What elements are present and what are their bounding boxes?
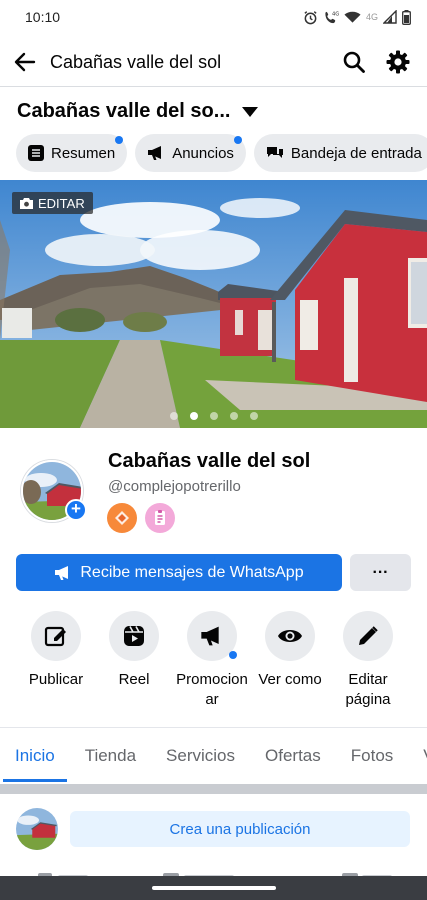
cover-image xyxy=(0,180,427,428)
composer: Crea una publicación xyxy=(16,808,410,850)
page-switcher[interactable]: Cabañas valle del so... xyxy=(17,100,259,123)
page-name: Cabañas valle del sol xyxy=(108,450,311,472)
notification-dot xyxy=(115,136,124,144)
action-reel[interactable]: Reel xyxy=(95,611,173,710)
notification-dot xyxy=(229,651,237,659)
carousel-dot xyxy=(209,412,218,420)
carousel-dot xyxy=(169,412,178,420)
more-dots-icon: ··· xyxy=(372,563,389,581)
action-circle xyxy=(109,611,159,661)
action-ver-como[interactable]: Ver como xyxy=(251,611,329,710)
action-label: Ver como xyxy=(258,671,322,688)
pencil-icon xyxy=(359,626,378,645)
search-button[interactable] xyxy=(332,40,376,84)
tab-inicio[interactable]: Inicio xyxy=(0,729,70,783)
caret-down-icon xyxy=(242,106,259,117)
page-switcher-name: Cabañas valle del so... xyxy=(17,100,231,122)
chip-bandeja-de-entrada[interactable]: Bandeja de entrada xyxy=(253,134,427,172)
action-editar-pagina[interactable]: Editar página xyxy=(329,611,407,710)
chip-label: Anuncios xyxy=(172,144,234,162)
chip-label: Bandeja de entrada xyxy=(290,144,422,162)
app-bar: Cabañas valle del sol xyxy=(0,40,427,84)
tab-tienda[interactable]: Tienda xyxy=(70,729,151,783)
tab-fotos[interactable]: Fotos xyxy=(336,729,409,783)
camera-icon xyxy=(20,197,33,209)
whatsapp-cta-button[interactable]: Recibe mensajes de WhatsApp xyxy=(16,554,342,591)
wifi-icon xyxy=(344,11,361,23)
divider xyxy=(0,86,427,87)
chip-row: Resumen Anuncios Bandeja de entrada xyxy=(16,134,427,172)
action-label: Promocion ar xyxy=(176,671,248,708)
action-circle xyxy=(343,611,393,661)
list-icon xyxy=(28,145,44,161)
tab-servicios[interactable]: Servicios xyxy=(151,729,250,783)
action-circle xyxy=(31,611,81,661)
add-profile-photo-button[interactable]: + xyxy=(65,499,87,521)
action-publicar[interactable]: Publicar xyxy=(17,611,95,710)
alarm-icon xyxy=(304,10,317,24)
divider xyxy=(0,727,427,728)
action-circle xyxy=(265,611,315,661)
pink-badge-icon[interactable] xyxy=(145,503,175,533)
action-promocionar[interactable]: Promocion ar xyxy=(173,611,251,710)
action-label: Publicar xyxy=(28,671,84,688)
carousel-dot-active xyxy=(189,412,198,420)
notification-dot xyxy=(233,136,242,144)
tab-more[interactable]: V xyxy=(408,729,427,783)
carousel-indicator xyxy=(0,412,427,420)
reel-icon xyxy=(124,626,144,646)
megaphone-icon xyxy=(148,146,162,160)
megaphone-icon xyxy=(55,565,69,580)
back-arrow-icon xyxy=(14,52,36,72)
orange-badge-icon[interactable] xyxy=(107,503,137,533)
edit-cover-label: EDITAR xyxy=(38,195,85,211)
action-label: Editar página xyxy=(345,671,391,708)
wifi-calling-icon: 4G xyxy=(325,11,339,23)
tab-ofertas[interactable]: Ofertas xyxy=(250,729,336,783)
eye-icon xyxy=(278,630,302,642)
chip-anuncios[interactable]: Anuncios xyxy=(135,134,246,172)
cta-label: Recibe mensajes de WhatsApp xyxy=(80,563,304,581)
action-label: Reel xyxy=(118,671,150,688)
battery-icon xyxy=(402,9,411,25)
megaphone-icon xyxy=(201,626,219,646)
cta-row: Recibe mensajes de WhatsApp ··· xyxy=(16,554,411,591)
chip-label: Resumen xyxy=(51,144,116,162)
tab-bar: Inicio Tienda Servicios Ofertas Fotos V xyxy=(0,729,427,783)
search-icon xyxy=(343,51,365,73)
carousel-dot xyxy=(249,412,258,420)
compose-icon xyxy=(44,626,66,647)
carousel-dot xyxy=(229,412,238,420)
avatar[interactable] xyxy=(16,808,58,850)
network-label: 4G xyxy=(365,12,378,22)
plus-icon: + xyxy=(71,499,81,518)
status-bar: 10:10 4G 4G xyxy=(0,0,427,34)
chat-icon xyxy=(266,147,283,158)
settings-button[interactable] xyxy=(376,40,420,84)
chip-resumen[interactable]: Resumen xyxy=(16,134,128,172)
page-handle: @complejopotrerillo xyxy=(108,478,241,495)
more-options-button[interactable]: ··· xyxy=(350,554,411,591)
status-icons: 4G 4G xyxy=(303,9,411,25)
cover-photo[interactable]: EDITAR xyxy=(0,180,427,428)
cut-off-content xyxy=(0,866,427,876)
svg-text:4G: 4G xyxy=(332,11,339,17)
status-time: 10:10 xyxy=(25,9,61,25)
badge-row xyxy=(107,503,175,533)
system-nav-bar xyxy=(0,876,427,900)
action-grid: Publicar Reel Promocion ar Ver como Edit… xyxy=(17,611,417,710)
signal-icon xyxy=(383,10,397,24)
section-separator xyxy=(0,784,427,794)
back-button[interactable] xyxy=(0,40,50,84)
home-gesture-handle[interactable] xyxy=(151,886,276,890)
app-bar-title: Cabañas valle del sol xyxy=(50,51,222,72)
gear-icon xyxy=(386,50,410,74)
edit-cover-button[interactable]: EDITAR xyxy=(12,192,93,214)
create-post-button[interactable]: Crea una publicación xyxy=(70,811,410,847)
action-circle xyxy=(187,611,237,661)
